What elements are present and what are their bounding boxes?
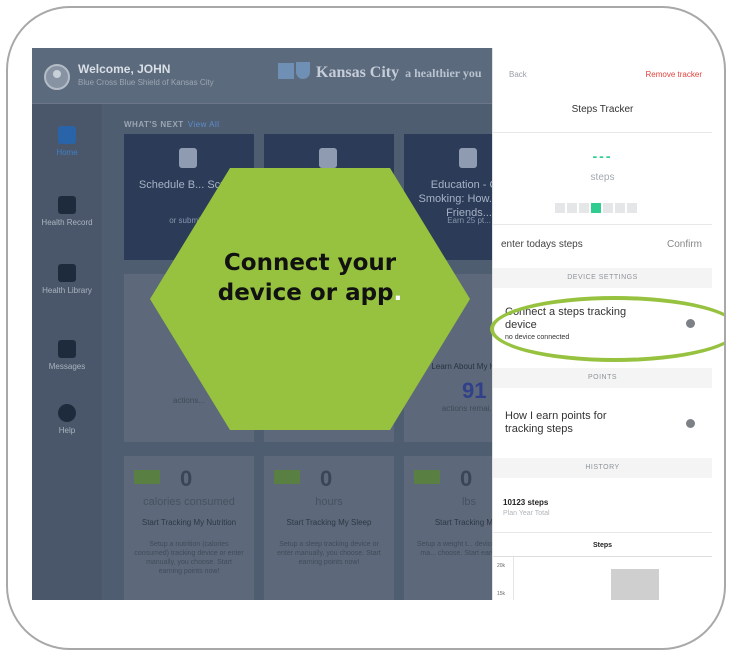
welcome-text: Welcome, JOHN bbox=[78, 62, 171, 76]
back-button[interactable]: Back bbox=[509, 70, 527, 79]
status-badge bbox=[134, 470, 160, 484]
day-square[interactable] bbox=[555, 203, 565, 213]
view-all-link[interactable]: View All bbox=[188, 120, 220, 129]
history-sub: Plan Year Total bbox=[503, 510, 550, 517]
steps-unit: steps bbox=[590, 172, 615, 183]
day-square[interactable] bbox=[579, 203, 589, 213]
steps-value: --- bbox=[592, 148, 613, 164]
earn-points-label[interactable]: How I earn points for tracking steps bbox=[505, 410, 607, 436]
sidebar: Home Health Record Health Library Messag… bbox=[32, 104, 102, 600]
chart-bar bbox=[611, 569, 659, 600]
confirm-button[interactable]: Confirm bbox=[667, 239, 702, 250]
steps-chart: 20k 15k bbox=[493, 556, 712, 600]
tracker-value: 0 bbox=[460, 466, 473, 491]
callout-line-1: Connect your bbox=[223, 250, 397, 276]
book-icon bbox=[58, 264, 76, 282]
remove-tracker-button[interactable]: Remove tracker bbox=[646, 70, 702, 79]
callout-text: Connect your device or app. bbox=[150, 248, 470, 308]
tracker-card[interactable]: 0 calories consumed Start Tracking My Nu… bbox=[124, 456, 254, 600]
axis-tick: 20k bbox=[497, 563, 506, 569]
shield-logo-icon bbox=[296, 62, 310, 79]
sidebar-item-label: Health Library bbox=[42, 286, 92, 295]
brand-city: Kansas City bbox=[316, 64, 400, 81]
home-icon bbox=[58, 126, 76, 144]
steps-entry-field[interactable]: enter todays steps bbox=[501, 239, 583, 250]
device-settings-header: DEVICE SETTINGS bbox=[493, 268, 712, 288]
message-icon bbox=[58, 340, 76, 358]
panel-title: Steps Tracker bbox=[571, 104, 634, 115]
tracker-unit: hours bbox=[315, 496, 343, 508]
top-bar: Welcome, JOHN Blue Cross Blue Shield of … bbox=[32, 48, 492, 104]
day-square[interactable] bbox=[567, 203, 577, 213]
tracker-unit: calories consumed bbox=[143, 496, 235, 508]
rounded-frame: Welcome, JOHN Blue Cross Blue Shield of … bbox=[6, 6, 726, 650]
day-square[interactable] bbox=[591, 203, 601, 213]
status-badge bbox=[414, 470, 440, 484]
chart-title: Steps bbox=[592, 542, 613, 549]
history-header: HISTORY bbox=[493, 458, 712, 478]
tracker-title: Start Tracking My Nutrition bbox=[141, 518, 237, 527]
sidebar-item-messages[interactable]: Messages bbox=[32, 340, 102, 371]
divider bbox=[493, 224, 712, 225]
sidebar-item-home[interactable]: Home bbox=[32, 126, 102, 157]
earn-line-2: tracking steps bbox=[505, 423, 573, 435]
sidebar-item-label: Health Record bbox=[41, 218, 93, 227]
tracker-value: 0 bbox=[320, 466, 333, 491]
sidebar-item-help[interactable]: Help bbox=[32, 404, 102, 435]
divider bbox=[493, 532, 712, 533]
week-indicator bbox=[555, 200, 639, 218]
card-number: 91 bbox=[462, 378, 487, 403]
sidebar-item-label: Messages bbox=[48, 362, 86, 371]
points-header: POINTS bbox=[493, 368, 712, 388]
callout-dot: . bbox=[393, 280, 403, 306]
day-square[interactable] bbox=[627, 203, 637, 213]
day-square[interactable] bbox=[615, 203, 625, 213]
chevron-right-icon[interactable] bbox=[686, 419, 695, 428]
clipboard-icon bbox=[319, 148, 337, 168]
status-badge bbox=[274, 470, 300, 484]
brand-logo: Kansas City a healthier you bbox=[278, 62, 482, 82]
callout-line-2: device or app bbox=[217, 280, 394, 306]
info-icon bbox=[58, 404, 76, 422]
axis-tick: 15k bbox=[497, 591, 506, 597]
divider bbox=[493, 132, 712, 133]
sidebar-item-label: Help bbox=[58, 426, 76, 435]
tracker-desc: Setup a nutrition (calories consumed) tr… bbox=[134, 541, 244, 575]
brand-tagline: a healthier you bbox=[405, 66, 482, 80]
tracker-desc: Setup a sleep tracking device or enter m… bbox=[277, 541, 381, 566]
day-square[interactable] bbox=[603, 203, 613, 213]
tracker-title: Start Tracking My Sleep bbox=[286, 518, 372, 527]
whats-next-heading: WHAT'S NEXT View All bbox=[124, 120, 220, 129]
tracker-value: 0 bbox=[180, 466, 193, 491]
sidebar-item-health-record[interactable]: Health Record bbox=[32, 196, 102, 227]
whats-next-label: WHAT'S NEXT bbox=[124, 120, 184, 129]
avatar[interactable] bbox=[44, 64, 70, 90]
sidebar-item-label: Home bbox=[56, 148, 78, 157]
tracker-card[interactable]: 0 hours Start Tracking My Sleep Setup a … bbox=[264, 456, 394, 600]
book-icon bbox=[459, 148, 477, 168]
earn-line-1: How I earn points for bbox=[505, 410, 607, 422]
history-total: 10123 steps bbox=[503, 498, 549, 507]
highlight-ellipse bbox=[490, 296, 724, 362]
org-name: Blue Cross Blue Shield of Kansas City bbox=[78, 78, 214, 87]
record-icon bbox=[58, 196, 76, 214]
fingerprint-icon bbox=[179, 148, 197, 168]
sidebar-item-health-library[interactable]: Health Library bbox=[32, 264, 102, 295]
cross-logo-icon bbox=[278, 63, 294, 79]
